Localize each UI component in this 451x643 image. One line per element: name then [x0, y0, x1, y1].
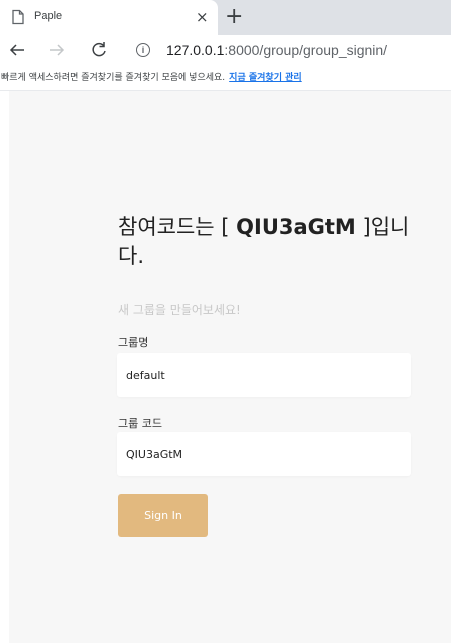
site-info-icon[interactable]: i	[136, 43, 150, 57]
new-tab-icon[interactable]: +	[225, 4, 243, 30]
group-name-field	[117, 353, 411, 397]
tab-title: Paple	[34, 10, 63, 22]
manage-favorites-link[interactable]: 지금 즐겨찾기 관리	[229, 73, 302, 83]
browser-toolbar: i 127.0.0.1:8000/group/group_signin/	[0, 35, 451, 67]
page-subtitle: 새 그룹을 만들어보세요!	[118, 303, 241, 317]
heading-prefix: 참여코드는 [	[118, 215, 237, 239]
reload-icon[interactable]	[90, 35, 108, 67]
page-content: 참여코드는 [ QIU3aGtM ]입니다. 새 그룹을 만들어보세요! 그룹명…	[9, 91, 451, 643]
browser-tab-strip: Paple × +	[0, 0, 451, 35]
group-code-field	[117, 432, 411, 476]
sign-in-button[interactable]: Sign In	[118, 494, 208, 537]
group-name-input[interactable]	[117, 353, 396, 397]
url-text[interactable]: 127.0.0.1:8000/group/group_signin/	[166, 42, 387, 58]
page-icon	[10, 9, 26, 25]
close-tab-icon[interactable]: ×	[196, 7, 209, 27]
url-host: 127.0.0.1	[166, 42, 225, 58]
browser-tab[interactable]: Paple ×	[0, 0, 218, 35]
page-title: 참여코드는 [ QIU3aGtM ]입니다.	[118, 213, 418, 271]
back-arrow-icon[interactable]	[8, 35, 26, 67]
group-name-label: 그룹명	[118, 336, 149, 349]
join-code: QIU3aGtM	[236, 215, 356, 239]
group-code-label: 그룹 코드	[118, 417, 162, 430]
bookmarks-bar: 빠르게 액세스하려면 즐겨찾기를 즐겨찾기 모음에 넣으세요. 지금 즐겨찾기 관…	[0, 67, 451, 91]
address-bar[interactable]: i 127.0.0.1:8000/group/group_signin/	[122, 37, 451, 65]
bookmarks-message: 빠르게 액세스하려면 즐겨찾기를 즐겨찾기 모음에 넣으세요.	[1, 73, 226, 83]
group-code-input[interactable]	[117, 432, 396, 476]
url-path: :8000/group/group_signin/	[224, 42, 388, 58]
forward-arrow-icon[interactable]	[48, 35, 66, 67]
